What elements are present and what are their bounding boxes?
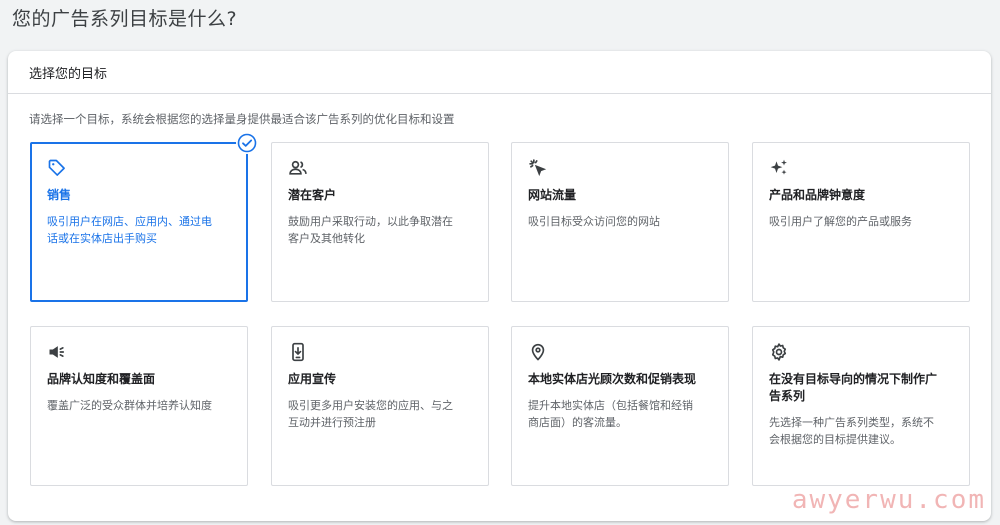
- goal-card-website-traffic[interactable]: 网站流量 吸引目标受众访问您的网站: [511, 142, 729, 302]
- goal-title: 应用宣传: [288, 372, 337, 386]
- goal-title: 潜在客户: [288, 188, 337, 202]
- goal-card-local-store-visits[interactable]: 本地实体店光顾次数和促销表现 提升本地实体店（包括餐馆和经销 商店面）的客流量。: [511, 326, 729, 486]
- goal-card-app-promotion[interactable]: 应用宣传 吸引更多用户安装您的应用、与之 互动并进行预注册: [271, 326, 489, 486]
- tag-icon: [47, 158, 67, 178]
- megaphone-icon: [47, 342, 67, 362]
- cursor-click-icon: [528, 158, 548, 178]
- goal-description: 鼓励用户采取行动，以此争取潜在 客户及其他转化: [288, 215, 453, 245]
- goal-title: 销售: [47, 188, 72, 202]
- goal-description: 先选择一种广告系列类型，系统不 会根据您的目标提供建议。: [769, 416, 934, 446]
- goal-card-no-goal[interactable]: 在没有目标导向的情况下制作广 告系列 先选择一种广告系列类型，系统不 会根据您的…: [752, 326, 970, 486]
- selected-check-icon: [236, 132, 258, 154]
- goal-description: 吸引用户了解您的产品或服务: [769, 215, 912, 228]
- phone-download-icon: [288, 342, 308, 362]
- page-title: 您的广告系列目标是什么?: [12, 8, 238, 30]
- goal-title: 品牌认知度和覆盖面: [47, 372, 156, 386]
- gear-icon: [769, 342, 789, 362]
- goal-card-sales[interactable]: 销售 吸引用户在网店、应用内、通过电 话或在实体店出手购买: [30, 132, 258, 302]
- goal-card-leads[interactable]: 潜在客户 鼓励用户采取行动，以此争取潜在 客户及其他转化: [271, 142, 489, 302]
- goal-title: 网站流量: [528, 188, 577, 202]
- instruction-text: 请选择一个目标，系统会根据您的选择量身提供最适合该广告系列的优化目标和设置: [29, 112, 455, 126]
- people-icon: [288, 158, 308, 178]
- goal-panel: 选择您的目标 请选择一个目标，系统会根据您的选择量身提供最适合该广告系列的优化目…: [8, 51, 991, 521]
- goal-card-brand-consideration[interactable]: 产品和品牌钟意度 吸引用户了解您的产品或服务: [752, 142, 970, 302]
- goal-description: 覆盖广泛的受众群体并培养认知度: [47, 399, 212, 412]
- goal-description: 吸引用户在网店、应用内、通过电 话或在实体店出手购买: [47, 215, 212, 245]
- goal-card-brand-awareness[interactable]: 品牌认知度和覆盖面 覆盖广泛的受众群体并培养认知度: [30, 326, 248, 486]
- goal-title: 产品和品牌钟意度: [769, 188, 866, 202]
- goal-description: 吸引目标受众访问您的网站: [528, 215, 660, 228]
- location-pin-icon: [528, 342, 548, 362]
- watermark-text: awyerwu.com: [791, 485, 986, 515]
- goal-description: 吸引更多用户安装您的应用、与之 互动并进行预注册: [288, 399, 453, 429]
- goal-description: 提升本地实体店（包括餐馆和经销 商店面）的客流量。: [528, 399, 693, 429]
- sparkle-icon: [769, 158, 789, 178]
- goal-title: 在没有目标导向的情况下制作广 告系列: [769, 372, 938, 403]
- goal-title: 本地实体店光顾次数和促销表现: [528, 372, 697, 386]
- panel-header: 选择您的目标: [8, 51, 991, 94]
